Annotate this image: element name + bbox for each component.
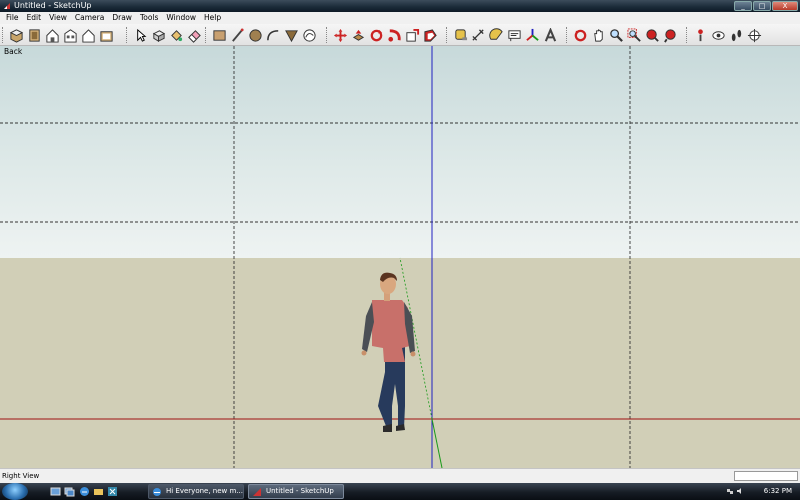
volume-icon[interactable] xyxy=(736,487,744,495)
status-bar: Right View xyxy=(0,468,800,483)
make-component-icon[interactable] xyxy=(149,26,167,44)
text-icon[interactable] xyxy=(505,26,523,44)
switch-windows-icon[interactable] xyxy=(64,486,75,497)
tape-measure-icon[interactable] xyxy=(451,26,469,44)
menu-tools[interactable]: Tools xyxy=(136,12,162,24)
3d-text-icon[interactable] xyxy=(541,26,559,44)
zoom-window-icon[interactable] xyxy=(625,26,643,44)
window-title: Untitled - SketchUp xyxy=(14,1,92,10)
polygon-icon[interactable] xyxy=(282,26,300,44)
offset-icon[interactable] xyxy=(421,26,439,44)
follow-me-icon[interactable] xyxy=(385,26,403,44)
close-button[interactable]: X xyxy=(772,1,798,11)
previous-view-icon[interactable] xyxy=(661,26,679,44)
left-view-icon[interactable] xyxy=(97,26,115,44)
zoom-icon[interactable] xyxy=(607,26,625,44)
menu-window[interactable]: Window xyxy=(162,12,200,24)
measurements-box[interactable] xyxy=(734,471,798,481)
move-icon[interactable] xyxy=(331,26,349,44)
internet-explorer-icon[interactable] xyxy=(79,486,90,497)
toolbar-grip[interactable] xyxy=(205,27,208,43)
menu-file[interactable]: File xyxy=(2,12,23,24)
menu-bar: File Edit View Camera Draw Tools Window … xyxy=(0,12,800,24)
toolbar-grip[interactable] xyxy=(566,27,569,43)
folder-icon[interactable] xyxy=(93,486,104,497)
rotate-icon[interactable] xyxy=(367,26,385,44)
title-bar: Untitled - SketchUp _ □ X xyxy=(0,0,800,12)
drawing-viewport[interactable]: Back xyxy=(0,46,800,468)
toolbar-grip[interactable] xyxy=(446,27,449,43)
orbit-icon[interactable] xyxy=(571,26,589,44)
dimension-icon[interactable] xyxy=(469,26,487,44)
rectangle-icon[interactable] xyxy=(210,26,228,44)
scene-label: Back xyxy=(4,47,23,56)
select-icon[interactable] xyxy=(131,26,149,44)
scale-icon[interactable] xyxy=(403,26,421,44)
iso-view-icon[interactable] xyxy=(7,26,25,44)
toolbar-grip[interactable] xyxy=(326,27,329,43)
position-camera-icon[interactable] xyxy=(691,26,709,44)
toolbar-grip[interactable] xyxy=(2,27,5,43)
start-button[interactable] xyxy=(2,483,28,500)
menu-camera[interactable]: Camera xyxy=(71,12,108,24)
system-tray: 6:32 PM xyxy=(720,483,800,500)
menu-draw[interactable]: Draw xyxy=(108,12,136,24)
front-view-icon[interactable] xyxy=(43,26,61,44)
walk-icon[interactable] xyxy=(727,26,745,44)
freehand-icon[interactable] xyxy=(300,26,318,44)
toolbar-grip[interactable] xyxy=(126,27,129,43)
right-view-icon[interactable] xyxy=(61,26,79,44)
menu-help[interactable]: Help xyxy=(200,12,225,24)
paint-bucket-icon[interactable] xyxy=(167,26,185,44)
network-icon[interactable] xyxy=(726,487,734,495)
internet-explorer-icon xyxy=(153,488,161,496)
section-plane-icon[interactable] xyxy=(745,26,763,44)
menu-view[interactable]: View xyxy=(45,12,71,24)
menu-edit[interactable]: Edit xyxy=(23,12,46,24)
show-desktop-icon[interactable] xyxy=(50,486,61,497)
sketchup-app-icon xyxy=(4,3,10,9)
circle-icon[interactable] xyxy=(246,26,264,44)
look-around-icon[interactable] xyxy=(709,26,727,44)
taskbar-button-label: Hi Everyone, new m... xyxy=(166,487,243,495)
push-pull-icon[interactable] xyxy=(349,26,367,44)
status-text: Right View xyxy=(2,472,40,480)
protractor-icon[interactable] xyxy=(487,26,505,44)
toolbar-grip[interactable] xyxy=(686,27,689,43)
windows-taskbar: Hi Everyone, new m... Untitled - SketchU… xyxy=(0,483,800,500)
eraser-icon[interactable] xyxy=(185,26,203,44)
green-axis xyxy=(431,418,443,468)
taskbar-button-label: Untitled - SketchUp xyxy=(266,487,334,495)
main-toolbar xyxy=(0,24,800,46)
axes-icon[interactable] xyxy=(523,26,541,44)
minimize-button[interactable]: _ xyxy=(734,1,752,11)
taskbar-button-browser[interactable]: Hi Everyone, new m... xyxy=(148,484,244,499)
taskbar-clock[interactable]: 6:32 PM xyxy=(764,483,792,500)
maximize-button[interactable]: □ xyxy=(753,1,771,11)
zoom-extents-icon[interactable] xyxy=(643,26,661,44)
arc-icon[interactable] xyxy=(264,26,282,44)
line-icon[interactable] xyxy=(228,26,246,44)
viewport-overlay xyxy=(0,46,800,468)
back-view-icon[interactable] xyxy=(79,26,97,44)
pan-icon[interactable] xyxy=(589,26,607,44)
taskbar-button-sketchup[interactable]: Untitled - SketchUp xyxy=(248,484,344,499)
top-view-icon[interactable] xyxy=(25,26,43,44)
sketchup-app-icon xyxy=(253,488,261,496)
media-icon[interactable] xyxy=(107,486,118,497)
